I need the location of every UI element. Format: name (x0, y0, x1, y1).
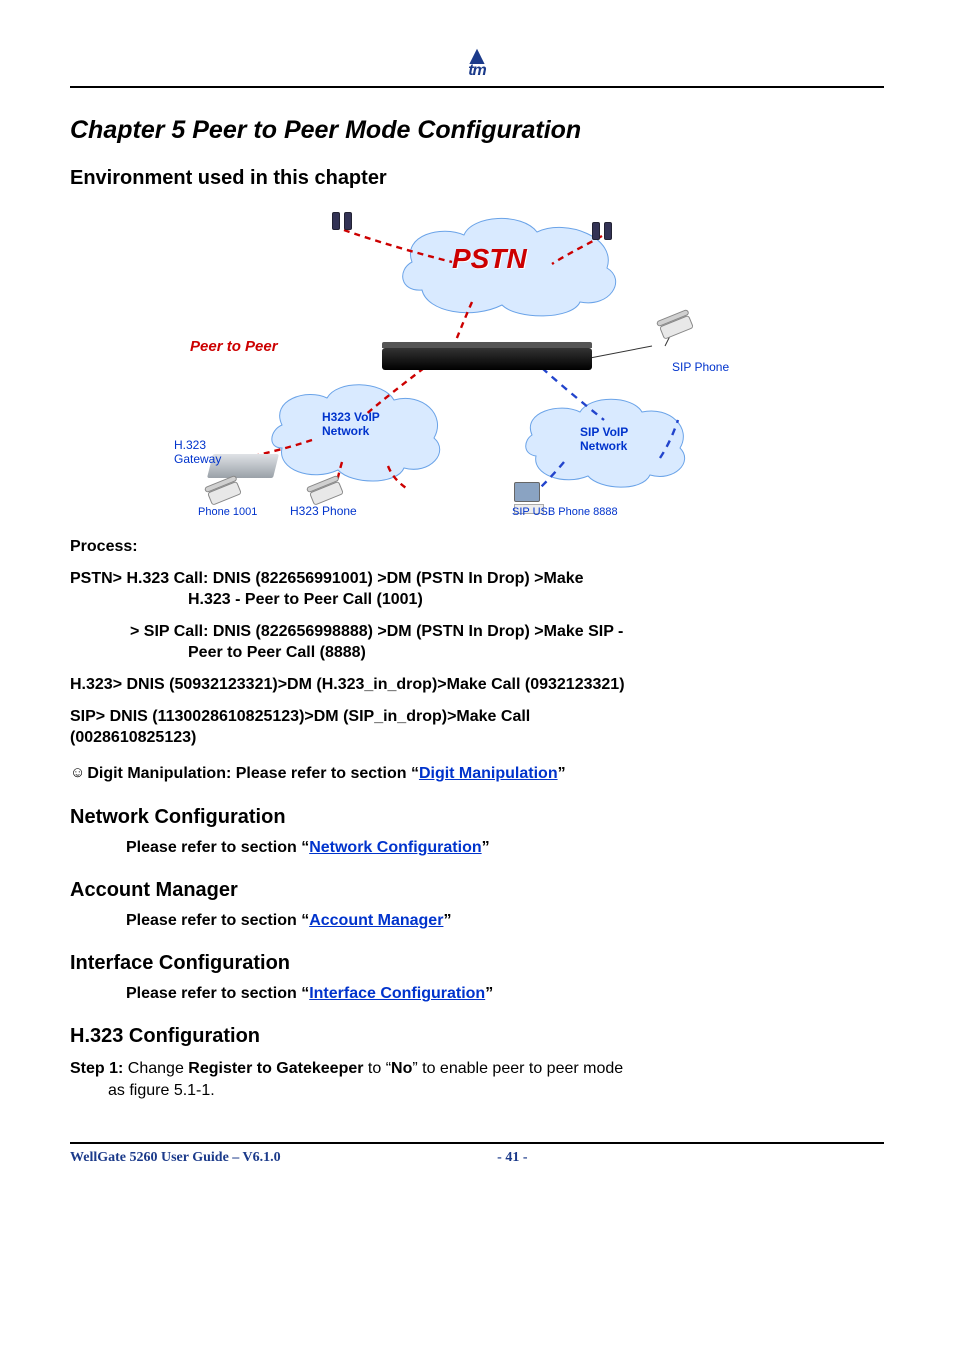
process-line2: > SIP Call: DNIS (822656998888) >DM (PST… (130, 621, 884, 643)
account-manager-link[interactable]: Account Manager (309, 912, 443, 929)
section-environment: Environment used in this chapter (70, 167, 884, 190)
nc-prefix: Please refer to section “ (126, 839, 309, 856)
sip-cloud-label: SIP VoIP Network (580, 425, 628, 453)
dm-note: ☺Digit Manipulation: Please refer to sec… (70, 763, 884, 785)
am-prefix: Please refer to section “ (126, 912, 309, 929)
mobile-phones-right-icon (592, 222, 612, 240)
chapter-title: Chapter 5 Peer to Peer Mode Configuratio… (70, 116, 884, 145)
process-line4b: (0028610825123) (70, 729, 196, 746)
h323-step1: Step 1: Change Register to Gatekeeper to… (70, 1058, 884, 1101)
process-line2b: Peer to Peer Call (8888) (188, 642, 884, 664)
network-configuration-link[interactable]: Network Configuration (309, 839, 481, 856)
sip-cloud-text2: Network (580, 439, 627, 453)
process-label: Process: (70, 536, 884, 558)
step1-label: Step 1: (70, 1060, 123, 1077)
footer-doc-title: WellGate 5260 User Guide – V6.1.0 (70, 1150, 281, 1166)
process-pstn-h323: PSTN> H.323 Call: DNIS (822656991001) >D… (70, 568, 884, 611)
logo-arrow-icon: ▲ (464, 48, 490, 62)
footer-rule (70, 1142, 884, 1144)
nc-suffix: ” (482, 839, 490, 856)
h323-cloud-text1: H323 VoIP (322, 410, 380, 424)
dm-prefix: Digit Manipulation: Please refer to sect… (87, 765, 419, 782)
step1-cont: as figure 5.1-1. (108, 1080, 884, 1102)
step1-tb: to “ (363, 1060, 391, 1077)
step1-no: No (391, 1060, 412, 1077)
step1-reg: Register to Gatekeeper (188, 1060, 363, 1077)
ic-suffix: ” (485, 985, 493, 1002)
smiley-icon: ☺ (70, 764, 85, 781)
digit-manipulation-link[interactable]: Digit Manipulation (419, 765, 558, 782)
process-pstn-sip: > SIP Call: DNIS (822656998888) >DM (PST… (70, 621, 884, 664)
voip-gateway-icon (382, 348, 592, 370)
pstn-cloud-label: PSTN (452, 243, 527, 275)
ic-prefix: Please refer to section “ (126, 985, 309, 1002)
h323-cloud-text2: Network (322, 424, 369, 438)
account-manager-refer: Please refer to section “Account Manager… (126, 912, 884, 930)
header-logo: ▲ tm (70, 48, 884, 80)
network-config-refer: Please refer to section “Network Configu… (126, 839, 884, 857)
section-account-manager: Account Manager (70, 879, 884, 902)
dm-suffix: ” (558, 765, 566, 782)
process-sip: SIP> DNIS (1130028610825123)>DM (SIP_in_… (70, 706, 884, 749)
sip-phone-label: SIP Phone (672, 360, 729, 374)
interface-config-refer: Please refer to section “Interface Confi… (126, 985, 884, 1003)
mobile-phones-left-icon (332, 212, 352, 230)
h323-gw-text1: H.323 (174, 438, 206, 452)
h323-phone-label: H323 Phone (290, 504, 357, 518)
section-h323-config: H.323 Configuration (70, 1025, 884, 1048)
sip-usb-label: SIP USB Phone 8888 (512, 506, 618, 518)
network-diagram: PSTN Peer to Peer SIP Phone H323 VoIP Ne… (112, 200, 842, 520)
h323-gateway-label: H.323 Gateway (174, 438, 221, 466)
am-suffix: ” (443, 912, 451, 929)
header-rule (70, 86, 884, 88)
footer-page-number: - 41 - (261, 1150, 764, 1166)
process-h323: H.323> DNIS (50932123321)>DM (H.323_in_d… (70, 674, 884, 696)
step1-tc: ” to enable peer to peer mode (412, 1060, 623, 1077)
process-line4a: SIP> DNIS (1130028610825123)>DM (SIP_in_… (70, 708, 530, 725)
process-line1b: H.323 - Peer to Peer Call (1001) (188, 589, 884, 611)
page-footer: WellGate 5260 User Guide – V6.1.0 - 41 - (70, 1150, 884, 1166)
peer-to-peer-label: Peer to Peer (190, 338, 278, 355)
step1-ta: Change (123, 1060, 188, 1077)
interface-configuration-link[interactable]: Interface Configuration (309, 985, 485, 1002)
section-interface-config: Interface Configuration (70, 952, 884, 975)
phone-1001-label: Phone 1001 (198, 506, 257, 518)
process-line1: PSTN> H.323 Call: DNIS (822656991001) >D… (70, 570, 584, 587)
h323-gw-text2: Gateway (174, 452, 221, 466)
h323-cloud-label: H323 VoIP Network (322, 410, 380, 438)
section-network-config: Network Configuration (70, 806, 884, 829)
logo-text: tm (468, 62, 486, 80)
sip-cloud-text1: SIP VoIP (580, 425, 628, 439)
